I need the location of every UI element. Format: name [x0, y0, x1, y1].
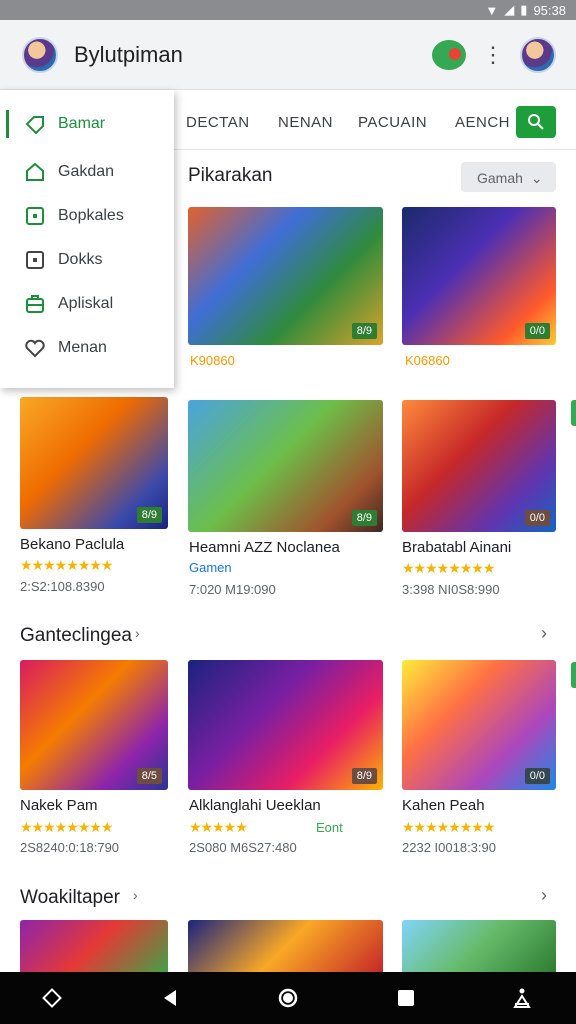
game-card-image[interactable] [402, 920, 556, 972]
drawer-label: Dokks [58, 251, 103, 268]
drawer-item-bamar[interactable]: Bamar [0, 104, 174, 144]
tag-icon [25, 116, 44, 134]
drawer-label: Apliskal [58, 295, 114, 312]
game-card-image[interactable]: 8/9 [188, 400, 383, 532]
heart-icon [25, 339, 45, 358]
tab-dectan[interactable]: DECTAN [186, 114, 250, 131]
chevron-right-icon[interactable]: › [541, 623, 547, 644]
card-price: K90860 [190, 353, 235, 368]
wifi-icon: ▼ [485, 2, 499, 18]
more-vert-icon[interactable]: ⋮ [482, 42, 504, 72]
game-card-image[interactable]: 0/0 [402, 400, 556, 532]
game-card-image[interactable]: 8/9 [188, 207, 383, 345]
app-bar: Bylutpiman ⋮ [0, 20, 576, 90]
tab-aench[interactable]: AENCH [455, 114, 510, 131]
drawer-label: Menan [58, 339, 107, 356]
rating-badge: 0/0 [524, 323, 550, 339]
status-bar: ▼ ◢ ▮ 95:38 [0, 0, 576, 20]
game-card-image[interactable]: 8/5 [20, 660, 168, 790]
game-card-image[interactable]: 8/9 [188, 660, 383, 790]
system-nav-bar [0, 972, 576, 1024]
home-icon [26, 162, 44, 181]
chevron-right-icon[interactable]: › [133, 887, 138, 903]
edge-indicator [571, 400, 576, 426]
game-card-image[interactable] [20, 920, 168, 972]
card-meta: 2S080 M6S27:480 [189, 840, 297, 855]
rating-stars: ★★★★★ [189, 819, 248, 835]
edge-indicator [571, 662, 576, 688]
card-name[interactable]: Heamni AZZ Noclanea [189, 539, 340, 556]
navigation-drawer: Bamar Gakdan Bopkales Dokks Apliskal Men… [0, 90, 174, 388]
game-card-image[interactable] [188, 920, 383, 972]
app-title: Bylutpiman [74, 42, 183, 67]
signal-icon: ◢ [504, 2, 515, 17]
drawer-item-dokks[interactable]: Dokks [0, 240, 174, 280]
section-title: Ganteclingea [20, 625, 132, 646]
square-icon [26, 251, 44, 269]
drawer-label: Bopkales [58, 207, 124, 224]
card-name[interactable]: Nakek Pam [20, 797, 98, 814]
chevron-down-icon: ⌄ [530, 170, 543, 186]
rating-stars: ★★★★★★★★ [20, 557, 113, 573]
box-icon [26, 207, 44, 225]
rating-badge: 8/5 [136, 768, 162, 784]
card-genre: Gamen [189, 560, 232, 575]
filter-dropdown[interactable]: Gamah ⌄ [461, 162, 556, 192]
game-card-image[interactable]: 0/0 [402, 207, 556, 345]
search-button[interactable] [516, 106, 556, 138]
battery-icon: ▮ [520, 2, 528, 17]
card-meta: 2:S2:108.8390 [20, 579, 105, 594]
tab-nenan[interactable]: NENAN [278, 114, 333, 131]
card-name[interactable]: Brabatabl Ainani [402, 539, 511, 556]
clock: 95:38 [533, 2, 566, 18]
section-title: Pikarakan [188, 165, 273, 186]
card-name[interactable]: Kahen Peah [402, 797, 485, 814]
search-icon [528, 114, 544, 130]
rating-stars: ★★★★★★★★ [20, 819, 113, 835]
recents-icon[interactable] [394, 986, 418, 1010]
drawer-item-bopkales[interactable]: Bopkales [0, 196, 174, 236]
card-meta: 2232 I0018:3:90 [402, 840, 496, 855]
section-title: Woakiltaper [20, 887, 120, 908]
drawer-item-apliskal[interactable]: Apliskal [0, 284, 174, 324]
game-card-image[interactable]: 8/9 [20, 397, 168, 529]
card-meta: 3:398 NI0S8:990 [402, 582, 500, 597]
rating-badge: 0/0 [524, 768, 550, 784]
filter-label: Gamah [477, 170, 523, 186]
card-name[interactable]: Alklanglahi Ueeklan [189, 797, 321, 814]
home-button-icon[interactable] [276, 986, 300, 1010]
rating-stars: ★★★★★★★★ [402, 819, 495, 835]
user-avatar[interactable] [520, 37, 556, 73]
rating-badge: 8/9 [351, 510, 377, 526]
rating-badge: 8/9 [136, 507, 162, 523]
card-tag: Eont [316, 820, 343, 835]
rating-badge: 8/9 [351, 768, 377, 784]
rating-badge: 8/9 [351, 323, 377, 339]
accessibility-icon[interactable] [510, 986, 534, 1010]
card-name[interactable]: Bekano Paclula [20, 536, 124, 553]
rating-badge: 0/0 [524, 510, 550, 526]
rotate-icon[interactable] [40, 986, 64, 1010]
rating-stars: ★★★★★★★★ [402, 560, 495, 576]
drawer-item-gakdan[interactable]: Gakdan [0, 152, 174, 192]
game-card-image[interactable]: 0/0 [402, 660, 556, 790]
briefcase-icon [26, 295, 44, 313]
card-meta: 2S8240:0:18:790 [20, 840, 120, 855]
app-avatar[interactable] [22, 37, 58, 73]
drawer-item-menan[interactable]: Menan [0, 328, 174, 368]
card-meta: 7:020 M19:090 [189, 582, 276, 597]
drawer-label: Bamar [58, 115, 106, 132]
back-icon[interactable] [158, 986, 182, 1010]
drawer-label: Gakdan [58, 163, 115, 180]
chat-icon[interactable] [432, 40, 466, 70]
card-price: K06860 [405, 353, 450, 368]
chevron-right-icon[interactable]: › [541, 885, 547, 906]
chevron-right-icon[interactable]: › [135, 625, 140, 641]
tab-pacuain[interactable]: PACUAIN [358, 114, 427, 131]
